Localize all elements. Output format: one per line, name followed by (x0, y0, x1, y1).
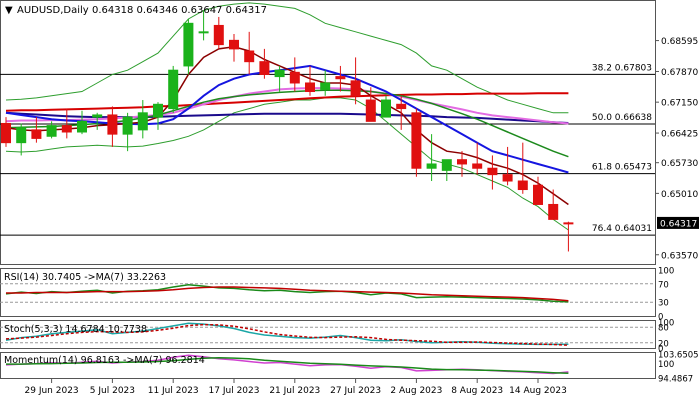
indicator-y-tick-label: 100 (658, 360, 674, 370)
bollinger-upper-line (5, 2, 569, 114)
candle-body (517, 180, 528, 191)
candle-body (289, 71, 300, 84)
chart-symbol-title: AUDUSD,Daily (17, 5, 89, 16)
fib-label: 76.4 0.64031 (592, 224, 652, 234)
y-tick-label: 0.65010 (661, 190, 698, 200)
candle-body (548, 203, 559, 220)
chart-window: 38.2 0.67803 50.0 0.66638 61.8 0.65473 76.4… (0, 0, 700, 400)
candle-body (168, 69, 179, 110)
rsi-plot (0, 283, 655, 303)
x-tick-label: 21 Jul 2023 (269, 386, 320, 396)
candle-body (122, 116, 133, 135)
candle-body (259, 61, 270, 75)
x-tick-label: 11 Jul 2023 (148, 386, 199, 396)
y-tick-label: 0.63570 (661, 251, 698, 261)
indicator-y-tick-label: 103.6505 (658, 351, 699, 361)
candle-body (350, 80, 361, 97)
indicator-y-tick-label: 100 (658, 267, 674, 277)
rsi-title: RSI(14) 30.7405 ->MA(7) 33.2263 (4, 272, 166, 283)
candle-body (365, 99, 376, 122)
candle-body (1, 122, 11, 144)
y-tick-label: 0.65730 (661, 159, 698, 169)
ma-fast-line (5, 46, 569, 206)
candle-body (381, 99, 391, 118)
candle-body (31, 129, 42, 139)
y-tick-label: 0.68595 (661, 37, 698, 47)
candle-body (396, 103, 407, 110)
candle-body (198, 31, 209, 34)
y-tick-label: 0.66425 (661, 130, 698, 140)
rsi-ma-line (6, 286, 569, 302)
candle-body (137, 112, 148, 131)
candle-body (61, 125, 72, 133)
candle-body (77, 120, 87, 133)
candle-body (229, 39, 239, 50)
chart-canvas: 38.2 0.67803 50.0 0.66638 61.8 0.65473 76.4… (0, 0, 699, 396)
candle-body (46, 125, 57, 137)
ohlc-readout: 0.64318 0.64346 0.63647 0.64317 (92, 5, 267, 16)
candle-body (274, 69, 285, 78)
rsi-line (5, 283, 569, 303)
x-tick-label: 27 Jul 2023 (330, 386, 381, 396)
x-tick-label: 17 Jul 2023 (209, 386, 260, 396)
candle-body (411, 112, 422, 169)
x-tick-label: 5 Jul 2023 (90, 386, 135, 396)
candle-body (441, 159, 452, 171)
indicator-y-tick-label: 70 (658, 280, 669, 290)
candle-body (305, 82, 315, 93)
fib-label: 50.0 0.66638 (592, 113, 652, 123)
y-tick-label: 0.67150 (661, 99, 698, 109)
candle-body (320, 82, 331, 90)
price-plot: 38.2 0.67803 50.0 0.66638 61.8 0.65473 76.4… (0, 2, 655, 252)
symbol-dropdown-icon[interactable]: ▼ (5, 5, 13, 16)
indicator-y-tick-label: 94.4867 (658, 375, 693, 385)
x-tick-label: 29 Jun 2023 (25, 386, 79, 396)
candle-body (472, 163, 483, 169)
x-tick-label: 14 Aug 2023 (509, 386, 567, 396)
candle-body (335, 76, 346, 80)
indicator-y-tick-label: 80 (658, 324, 669, 334)
indicator-y-tick-label: 30 (658, 299, 669, 309)
candle-body (563, 222, 574, 225)
candle-body (487, 167, 498, 176)
candle-body (457, 159, 467, 165)
candle-body (213, 24, 224, 46)
fib-label: 38.2 0.67803 (592, 63, 652, 73)
candle-body (16, 127, 27, 144)
candle-body (153, 103, 163, 118)
stoch-title: Stoch(5,3,3) 14.6784 10.7738 (4, 324, 147, 335)
y-tick-label: 0.67870 (661, 68, 698, 78)
candle-body (107, 114, 118, 135)
candle-body (533, 184, 543, 205)
x-tick-label: 2 Aug 2023 (390, 386, 442, 396)
momentum-title: Momentum(14) 96.8163 ->MA(7) 96.2814 (4, 355, 205, 366)
ma-red-line (5, 92, 569, 112)
candle-body (426, 163, 437, 169)
candle-body (92, 114, 103, 118)
candle-body (244, 50, 255, 63)
x-tick-label: 8 Aug 2023 (451, 386, 503, 396)
current-price-label: 0.64317 (660, 219, 697, 229)
main-panel-frame (0, 0, 656, 265)
fib-label: 61.8 0.65473 (592, 163, 652, 173)
candle-body (502, 174, 513, 182)
candle-body (183, 22, 194, 67)
